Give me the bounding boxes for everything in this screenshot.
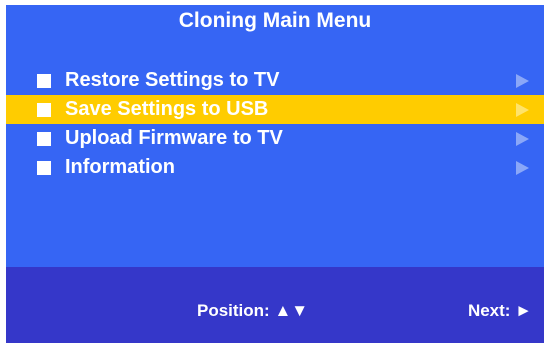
right-triangle-icon [516, 73, 529, 88]
right-triangle-icon [516, 160, 529, 175]
bullet-icon [37, 160, 51, 175]
navigation-hint-bar: Position: ▲▼ Next: ► [6, 267, 544, 343]
menu-item-save-settings[interactable]: Save Settings to USB [6, 95, 544, 124]
menu-item-label: Information [65, 156, 175, 178]
menu-item-label: Save Settings to USB [65, 98, 269, 120]
menu-item-information[interactable]: Information [6, 153, 544, 182]
menu-item-restore-settings[interactable]: Restore Settings to TV [6, 66, 544, 95]
main-menu-list: Restore Settings to TV Save Settings to … [6, 66, 544, 182]
right-triangle-icon [516, 131, 529, 146]
right-triangle-icon [516, 102, 529, 117]
bullet-icon [37, 131, 51, 146]
bullet-icon [37, 102, 51, 117]
bullet-icon [37, 73, 51, 88]
menu-item-label: Upload Firmware to TV [65, 127, 283, 149]
cloning-menu-screen: Cloning Main Menu Restore Settings to TV… [6, 5, 544, 343]
menu-item-label: Restore Settings to TV [65, 69, 280, 91]
position-hint: Position: ▲▼ [197, 301, 309, 320]
menu-item-upload-firmware[interactable]: Upload Firmware to TV [6, 124, 544, 153]
menu-title: Cloning Main Menu [6, 5, 544, 36]
next-hint: Next: ► [467, 301, 532, 320]
